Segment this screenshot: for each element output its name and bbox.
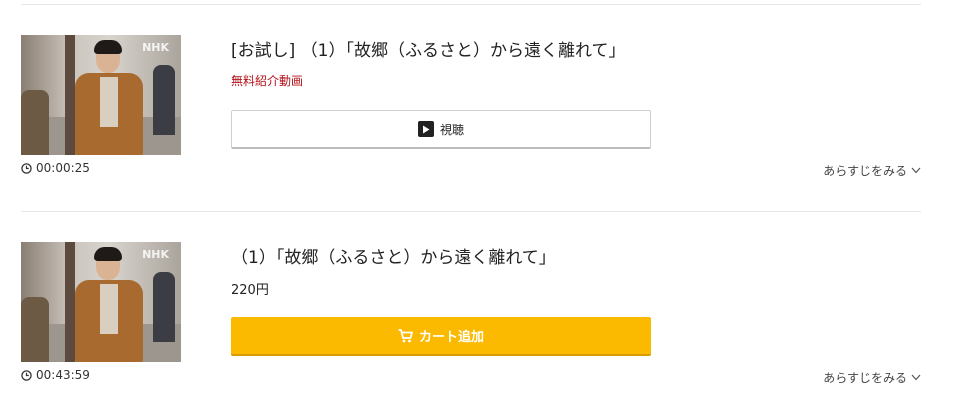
episode-title[interactable]: [お試し] （1）「故郷（ふるさと）から遠く離れて」 bbox=[231, 36, 625, 61]
chevron-down-icon bbox=[911, 167, 921, 174]
chevron-down-icon bbox=[911, 374, 921, 381]
episode-price: 220円 bbox=[231, 283, 269, 298]
episode-thumbnail[interactable]: NHK bbox=[21, 242, 181, 362]
add-to-cart-button[interactable]: カート追加 bbox=[231, 317, 651, 356]
clock-icon bbox=[21, 162, 32, 174]
episode-item-full: NHK 00:43:59 （1）「故郷（ふるさと）から遠く離れて」 220円 カ… bbox=[0, 212, 963, 412]
broadcaster-logo: NHK bbox=[142, 41, 169, 54]
synopsis-label: あらすじをみる bbox=[823, 164, 907, 178]
duration-text: 00:43:59 bbox=[36, 368, 90, 382]
watch-button[interactable]: 視聴 bbox=[231, 110, 651, 149]
episode-duration: 00:43:59 bbox=[21, 368, 90, 382]
synopsis-toggle[interactable]: あらすじをみる bbox=[823, 162, 921, 179]
broadcaster-logo: NHK bbox=[142, 248, 169, 261]
watch-button-label: 視聴 bbox=[439, 122, 464, 137]
clock-icon bbox=[21, 369, 32, 381]
cart-icon bbox=[398, 328, 413, 342]
synopsis-label: あらすじをみる bbox=[823, 371, 907, 385]
add-to-cart-label: カート追加 bbox=[418, 330, 484, 345]
duration-text: 00:00:25 bbox=[36, 161, 90, 175]
synopsis-toggle[interactable]: あらすじをみる bbox=[823, 369, 921, 386]
free-preview-label: 無料紹介動画 bbox=[231, 74, 304, 88]
play-icon bbox=[417, 121, 434, 137]
episode-title[interactable]: （1）「故郷（ふるさと）から遠く離れて」 bbox=[231, 243, 556, 268]
episode-item-trial: NHK 00:00:25 [お試し] （1）「故郷（ふるさと）から遠く離れて」 … bbox=[0, 5, 963, 205]
episode-duration: 00:00:25 bbox=[21, 161, 90, 175]
episode-thumbnail[interactable]: NHK bbox=[21, 35, 181, 155]
